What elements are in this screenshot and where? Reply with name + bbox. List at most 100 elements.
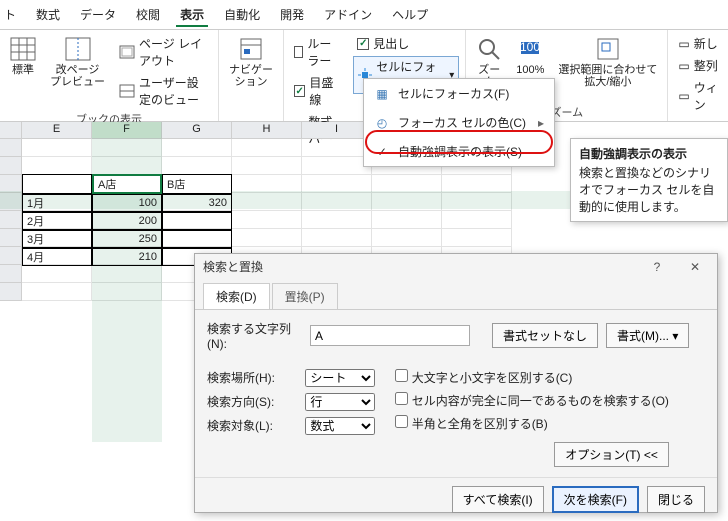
cell[interactable] — [372, 229, 442, 247]
match-case-checkbox[interactable]: 大文字と小文字を区別する(C) — [395, 369, 669, 386]
direction-select[interactable]: 行 — [305, 393, 375, 411]
help-button[interactable]: ? — [643, 260, 671, 274]
cell[interactable] — [162, 157, 232, 175]
col-header[interactable]: F — [92, 122, 162, 139]
new-window-button[interactable]: ▭新し — [674, 34, 722, 53]
row-header[interactable] — [0, 157, 22, 175]
row-header[interactable] — [0, 193, 22, 211]
normal-view-button[interactable]: 標準 — [6, 34, 40, 109]
cell[interactable] — [232, 229, 302, 247]
menu-auto-highlight[interactable]: ✓ 自動強調表示の表示(S) — [364, 137, 554, 166]
cell[interactable] — [442, 175, 512, 193]
cell[interactable] — [92, 283, 162, 301]
within-select[interactable]: シート — [305, 369, 375, 387]
find-replace-dialog: 検索と置換 ? ✕ 検索(D) 置換(P) 検索する文字列(N): 書式セットな… — [194, 253, 718, 513]
cell[interactable] — [232, 157, 302, 175]
ruler-checkbox[interactable]: ルーラー — [290, 34, 347, 70]
select-all-corner[interactable] — [0, 122, 22, 139]
page-layout-button[interactable]: ページ レイアウト — [115, 34, 212, 70]
tab-help[interactable]: ヘルプ — [388, 4, 432, 27]
cell[interactable] — [232, 175, 302, 193]
cell[interactable] — [162, 139, 232, 157]
tab-find[interactable]: 検索(D) — [203, 283, 270, 309]
cell[interactable] — [22, 139, 92, 157]
match-width-checkbox[interactable]: 半角と全角を区別する(B) — [395, 415, 669, 432]
find-input[interactable] — [310, 325, 470, 346]
col-header[interactable]: H — [232, 122, 302, 139]
window-button[interactable]: ▭ウィン — [674, 78, 722, 114]
cell[interactable] — [442, 211, 512, 229]
tab-formula[interactable]: 数式 — [32, 4, 64, 27]
cell[interactable] — [372, 211, 442, 229]
cell[interactable] — [22, 157, 92, 175]
menu-focus-color-label: フォーカス セルの色(C) — [398, 114, 526, 131]
cell[interactable] — [232, 193, 302, 211]
headings-checkbox[interactable]: 見出し — [353, 34, 459, 53]
tab-developer[interactable]: 開発 — [276, 4, 308, 27]
zoom-selection-label: 選択範囲に合わせて 拡大/縮小 — [558, 64, 657, 88]
ruler-label: ルーラー — [307, 35, 343, 69]
custom-view-button[interactable]: ユーザー設定のビュー — [115, 73, 212, 109]
row-header[interactable] — [0, 265, 22, 283]
menu-focus-color[interactable]: ◴ フォーカス セルの色(C) ▸ — [364, 108, 554, 137]
zoom-100-label: 100% — [516, 64, 544, 76]
cell[interactable] — [22, 283, 92, 301]
close-icon[interactable]: ✕ — [681, 260, 709, 274]
row-header[interactable] — [0, 247, 22, 265]
close-button[interactable]: 閉じる — [647, 486, 705, 513]
tab-data[interactable]: データ — [76, 4, 120, 27]
pagebreak-preview-button[interactable]: 改ページ プレビュー — [46, 34, 109, 109]
col-header[interactable]: G — [162, 122, 232, 139]
window-icon: ▭ — [678, 89, 689, 103]
row-header[interactable] — [0, 229, 22, 247]
cell[interactable] — [442, 193, 512, 211]
cell[interactable] — [22, 265, 92, 283]
cell[interactable] — [372, 193, 442, 211]
arrange-button[interactable]: ▭整列 — [674, 56, 722, 75]
cell[interactable] — [92, 265, 162, 283]
cell[interactable] — [302, 139, 372, 157]
cell-focus-dropdown: ▦ セルにフォーカス(F) ◴ フォーカス セルの色(C) ▸ ✓ 自動強調表示… — [363, 78, 555, 167]
new-window-icon: ▭ — [678, 37, 689, 51]
arrange-icon: ▭ — [678, 59, 689, 73]
cell[interactable] — [232, 139, 302, 157]
cell[interactable] — [302, 175, 372, 193]
options-button[interactable]: オプション(T) << — [554, 442, 669, 467]
cell[interactable] — [232, 211, 302, 229]
cell[interactable] — [92, 157, 162, 175]
navigation-button[interactable]: ナビゲー ション — [225, 34, 277, 90]
format-button-label: 書式(M)... — [617, 329, 669, 343]
tab-addin[interactable]: アドイン — [320, 4, 376, 27]
cell[interactable] — [302, 211, 372, 229]
tab-replace[interactable]: 置換(P) — [272, 283, 338, 309]
match-whole-checkbox[interactable]: セル内容が完全に同一であるものを検索する(O) — [395, 392, 669, 409]
menu-cell-focus[interactable]: ▦ セルにフォーカス(F) — [364, 79, 554, 108]
cell[interactable] — [302, 157, 372, 175]
find-next-button[interactable]: 次を検索(F) — [552, 486, 639, 513]
cell[interactable] — [302, 229, 372, 247]
col-header[interactable]: I — [302, 122, 372, 139]
cell[interactable] — [442, 229, 512, 247]
find-all-button[interactable]: すべて検索(I) — [452, 486, 544, 513]
group-workbook-views: 標準 改ページ プレビュー ページ レイアウト — [0, 30, 219, 121]
tab-review[interactable]: 校閲 — [132, 4, 164, 27]
col-header[interactable]: E — [22, 122, 92, 139]
lookin-select[interactable]: 数式 — [305, 417, 375, 435]
tab-view[interactable]: 表示 — [176, 4, 208, 27]
row-header[interactable] — [0, 211, 22, 229]
zoom-selection-button[interactable]: 選択範囲に合わせて 拡大/縮小 — [554, 34, 661, 90]
cell[interactable] — [372, 175, 442, 193]
row-header[interactable] — [0, 283, 22, 301]
group-window: ▭新し ▭整列 ▭ウィン — [668, 30, 728, 121]
cell[interactable] — [302, 193, 372, 211]
tab-file-trunc[interactable]: ト — [0, 4, 20, 27]
row-header[interactable] — [0, 175, 22, 193]
match-case-label: 大文字と小文字を区別する(C) — [412, 371, 573, 385]
tab-automate[interactable]: 自動化 — [220, 4, 264, 27]
dialog-titlebar[interactable]: 検索と置換 ? ✕ — [195, 254, 717, 279]
cell[interactable] — [92, 139, 162, 157]
gridlines-checkbox[interactable]: 目盛線 — [290, 73, 347, 109]
format-button[interactable]: 書式(M)... ▾ — [606, 323, 689, 348]
format-unset-button[interactable]: 書式セットなし — [492, 323, 598, 348]
row-header[interactable] — [0, 139, 22, 157]
